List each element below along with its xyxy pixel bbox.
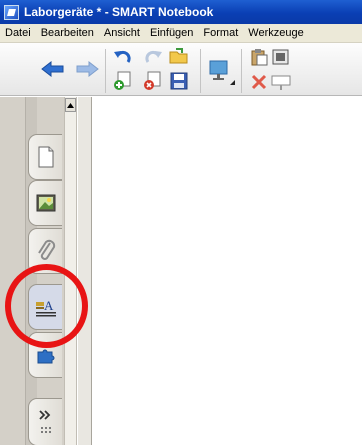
display-icon	[209, 60, 235, 85]
delete-page-icon	[144, 71, 161, 90]
smart-notebook-app-icon	[4, 4, 19, 20]
undo-button[interactable]	[112, 47, 134, 67]
expand-sidebar-tab[interactable]	[28, 398, 62, 445]
scroll-up-button[interactable]	[65, 98, 76, 112]
menu-einfuegen[interactable]: Einfügen	[145, 27, 198, 39]
save-icon	[170, 72, 188, 90]
page-sorter-scrollbar[interactable]	[64, 97, 77, 445]
triangle-up-icon	[67, 102, 74, 108]
attachments-tab[interactable]	[28, 228, 62, 274]
screen-shade-icon	[271, 75, 291, 90]
frame-button[interactable]	[270, 47, 292, 67]
toolbar	[0, 43, 362, 96]
svg-text:A: A	[44, 298, 54, 313]
addons-icon	[37, 349, 54, 364]
open-button[interactable]	[168, 46, 190, 66]
frame-icon	[272, 49, 289, 65]
add-page-button[interactable]	[112, 71, 134, 91]
display-button[interactable]	[205, 55, 237, 89]
undo-icon	[114, 50, 131, 63]
delete-button[interactable]	[248, 72, 270, 92]
back-button[interactable]	[40, 59, 66, 79]
sidebar-panel-edge	[78, 97, 92, 445]
menu-ansicht[interactable]: Ansicht	[99, 27, 145, 39]
toolbar-divider	[241, 49, 242, 93]
menu-bearbeiten[interactable]: Bearbeiten	[36, 27, 99, 39]
save-button[interactable]	[168, 71, 190, 91]
redo-button[interactable]	[142, 47, 164, 67]
delete-page-button[interactable]	[142, 71, 164, 91]
properties-tab[interactable]: A	[28, 284, 62, 330]
menu-werkzeuge[interactable]: Werkzeuge	[243, 27, 308, 39]
toolbar-divider	[105, 49, 106, 93]
menu-bar: Datei Bearbeiten Ansicht Einfügen Format…	[0, 24, 362, 43]
addons-tab[interactable]	[28, 332, 62, 378]
title-bar: Laborgeräte * - SMART Notebook	[0, 0, 362, 24]
open-folder-icon	[169, 48, 188, 64]
paste-icon	[251, 49, 268, 66]
screen-shade-button[interactable]	[270, 72, 292, 92]
redo-icon	[145, 50, 162, 63]
gallery-icon	[36, 194, 55, 212]
toolbar-divider	[200, 49, 201, 93]
menu-format[interactable]: Format	[198, 27, 243, 39]
add-page-icon	[114, 71, 131, 90]
double-chevron-right-icon	[38, 410, 51, 433]
forward-arrow-icon	[76, 61, 99, 77]
whiteboard-canvas[interactable]	[93, 97, 362, 445]
attachments-icon	[37, 239, 55, 260]
delete-icon	[251, 74, 267, 90]
menu-datei[interactable]: Datei	[0, 27, 36, 39]
page-sorter-tab[interactable]	[28, 134, 62, 180]
window-title: Laborgeräte * - SMART Notebook	[24, 5, 214, 19]
properties-icon: A	[35, 298, 56, 317]
back-arrow-icon	[41, 61, 64, 77]
page-sorter-icon	[38, 146, 53, 168]
forward-button[interactable]	[74, 59, 100, 79]
gallery-tab[interactable]	[28, 180, 62, 226]
paste-button[interactable]	[248, 47, 270, 67]
